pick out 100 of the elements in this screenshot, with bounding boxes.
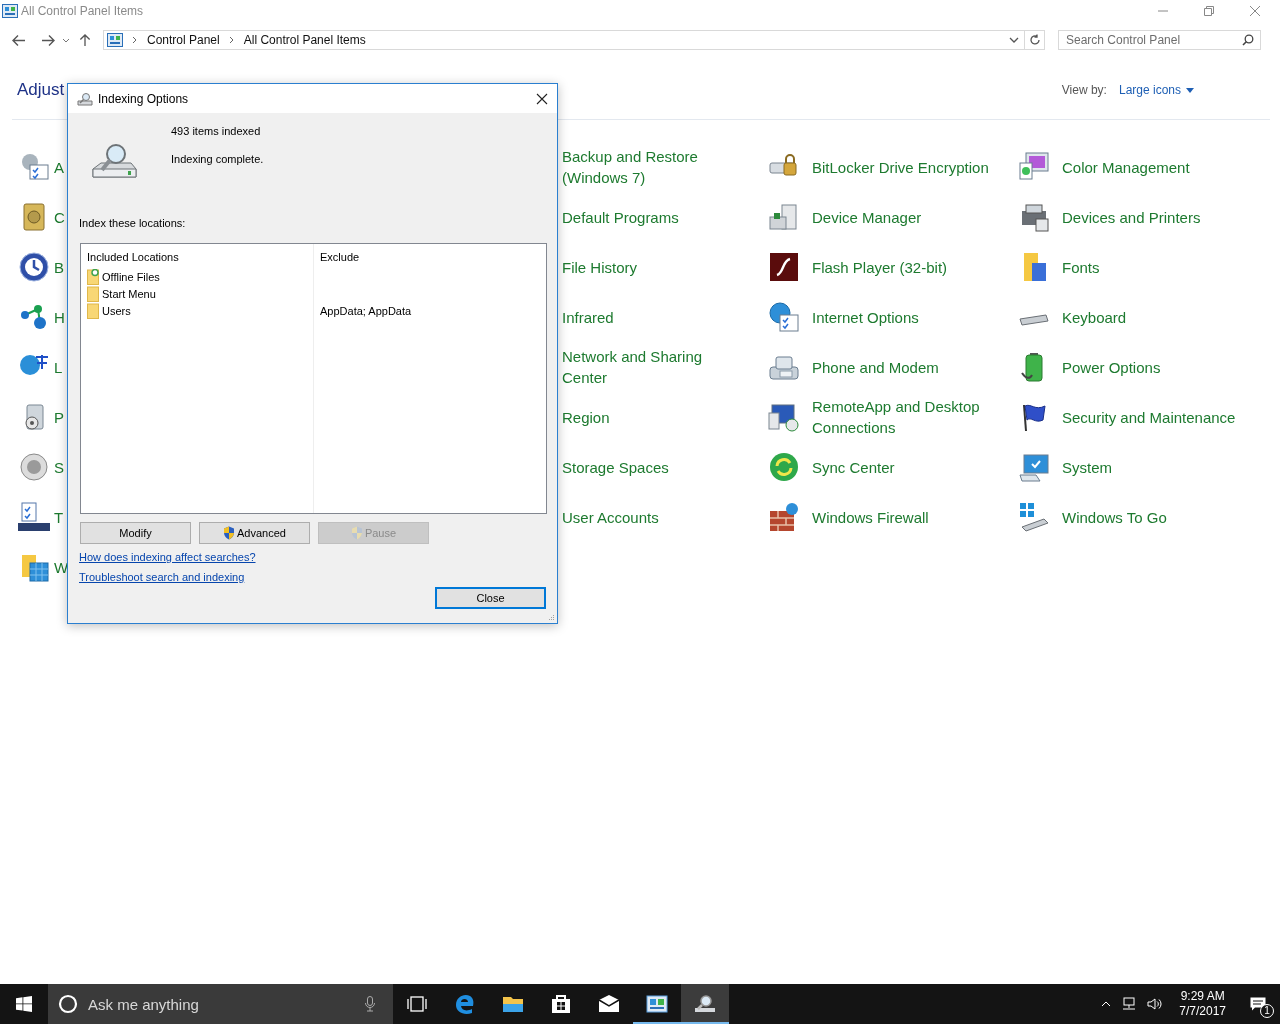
forward-arrow-icon[interactable] (41, 33, 55, 47)
store-icon (549, 992, 573, 1016)
locations-label: Index these locations: (79, 217, 187, 229)
task-view-icon (407, 996, 427, 1012)
taskbar-app-button[interactable] (681, 984, 729, 1024)
location-name[interactable]: Start Menu (102, 287, 156, 300)
control-panel-item[interactable]: Infrared (562, 306, 727, 328)
refresh-button[interactable] (1025, 30, 1045, 50)
control-panel-item[interactable]: Security and Maintenance (1062, 406, 1262, 428)
search-field[interactable]: Search Control Panel (1058, 30, 1261, 50)
control-panel-item[interactable]: File History (562, 256, 727, 278)
dropdown-caret-icon[interactable] (1009, 37, 1019, 43)
partial-item-label[interactable]: W (54, 556, 69, 578)
restore-icon[interactable] (1204, 6, 1214, 16)
control-panel-item[interactable]: Windows To Go (1062, 506, 1262, 528)
chevron-icon (132, 36, 137, 44)
action-center-button[interactable]: 1 (1242, 990, 1274, 1018)
flash-square-icon[interactable] (768, 251, 800, 283)
partial-item-label[interactable]: C (54, 206, 65, 228)
control-panel-item[interactable]: Sync Center (812, 456, 1012, 478)
dialog-button[interactable]: Advanced (199, 522, 310, 544)
location-name[interactable]: Offline Files (102, 270, 160, 283)
microphone-icon[interactable] (365, 996, 375, 1012)
control-panel-item[interactable]: Internet Options (812, 306, 1012, 328)
control-panel-icon (107, 33, 123, 47)
up-arrow-icon[interactable] (78, 33, 92, 47)
column-header[interactable]: Included Locations (87, 251, 313, 265)
control-panel-item[interactable]: Keyboard (1062, 306, 1262, 328)
refresh-icon (1028, 34, 1041, 46)
checklist-icon[interactable] (18, 501, 50, 533)
control-panel-item[interactable]: Backup and Restore (Windows 7) (562, 146, 727, 188)
speaker-icon[interactable] (18, 451, 50, 483)
address-bar[interactable]: Control Panel All Control Panel Items (103, 30, 1025, 50)
view-by-dropdown[interactable]: Large icons (1118, 83, 1194, 97)
control-panel-item[interactable]: System (1062, 456, 1262, 478)
breadcrumb[interactable]: Control Panel (147, 33, 220, 47)
message-icon (1250, 997, 1266, 1011)
clock-time: 9:29 AM (1180, 989, 1225, 1004)
breadcrumb[interactable]: All Control Panel Items (243, 33, 366, 47)
drive-magnifier-icon (77, 91, 93, 106)
control-panel-item[interactable]: RemoteApp and Desktop Connections (812, 396, 1012, 438)
resize-grip-icon[interactable] (547, 613, 555, 621)
partial-item-label[interactable]: S (54, 456, 64, 478)
caret-icon[interactable] (62, 37, 70, 43)
computer-tower-icon[interactable] (768, 201, 800, 233)
network-icon[interactable] (1121, 997, 1138, 1011)
page-heading: Adjust (17, 80, 65, 100)
control-panel-item[interactable]: Flash Player (32-bit) (812, 256, 1012, 278)
back-arrow-icon[interactable] (12, 33, 26, 47)
control-panel-item[interactable]: Default Programs (562, 206, 727, 228)
control-panel-item[interactable]: Storage Spaces (562, 456, 727, 478)
partial-item-label[interactable]: B (54, 256, 64, 278)
sync-icon[interactable] (768, 451, 800, 483)
window-title: All Control Panel Items (21, 4, 144, 18)
windows-logo-icon (16, 996, 32, 1012)
view-by-label: View by: (1061, 83, 1107, 97)
dialog-button[interactable]: Modify (80, 522, 191, 544)
close-button[interactable]: Close (435, 587, 546, 609)
shield-icon (350, 526, 363, 540)
exclude-value: AppData; AppData (320, 304, 412, 317)
help-link[interactable]: Troubleshoot search and indexing (79, 571, 245, 583)
notification-count: 1 (1260, 1004, 1274, 1018)
monitor-icon[interactable] (1018, 451, 1050, 483)
caret-icon (1186, 87, 1194, 93)
help-link[interactable]: How does indexing affect searches? (79, 551, 256, 563)
dialog-title: Indexing Options (98, 91, 189, 106)
partial-item-label[interactable]: L (54, 356, 63, 378)
control-panel-item[interactable]: Device Manager (812, 206, 1012, 228)
remote-monitor-icon[interactable] (768, 401, 800, 433)
control-panel-item[interactable]: Windows Firewall (812, 506, 1012, 528)
indexing-status: Indexing complete. (171, 153, 264, 165)
chevron-up-icon[interactable] (1101, 1001, 1112, 1007)
volume-icon[interactable] (1147, 997, 1164, 1011)
control-panel-item[interactable]: Network and Sharing Center (562, 346, 727, 388)
clock-date: 7/7/2017 (1179, 1004, 1226, 1019)
control-panel-item[interactable]: Region (562, 406, 727, 428)
taskbar-search-field[interactable]: Ask me anything (48, 984, 393, 1024)
brick-wall-icon[interactable] (768, 501, 800, 533)
control-panel-item[interactable]: BitLocker Drive Encryption (812, 156, 1012, 178)
globe-checklist-icon[interactable] (768, 301, 800, 333)
search-icon (1242, 34, 1254, 46)
control-panel-item[interactable]: Power Options (1062, 356, 1262, 378)
control-panel-item[interactable]: Phone and Modem (812, 356, 1012, 378)
partial-item-label[interactable]: H (54, 306, 65, 328)
partial-item-label[interactable]: A (54, 156, 64, 178)
column-header[interactable]: Exclude (320, 251, 546, 265)
control-panel-item[interactable]: User Accounts (562, 506, 727, 528)
control-panel-item[interactable]: Color Management (1062, 156, 1262, 178)
partial-item-label[interactable]: P (54, 406, 64, 428)
control-panel-icon (2, 4, 18, 18)
color-monitor-icon[interactable] (1018, 151, 1050, 183)
location-name[interactable]: Users (102, 304, 131, 317)
control-panel-item[interactable]: Fonts (1062, 256, 1262, 278)
partial-item-label[interactable]: T (54, 506, 64, 528)
usb-drive-icon[interactable] (1018, 501, 1050, 533)
clock[interactable]: 9:29 AM 7/7/2017 (1173, 989, 1232, 1019)
shield-icon (223, 526, 236, 540)
chevron-icon (228, 36, 234, 44)
close-icon[interactable] (536, 92, 548, 105)
control-panel-item[interactable]: Devices and Printers (1062, 206, 1262, 228)
